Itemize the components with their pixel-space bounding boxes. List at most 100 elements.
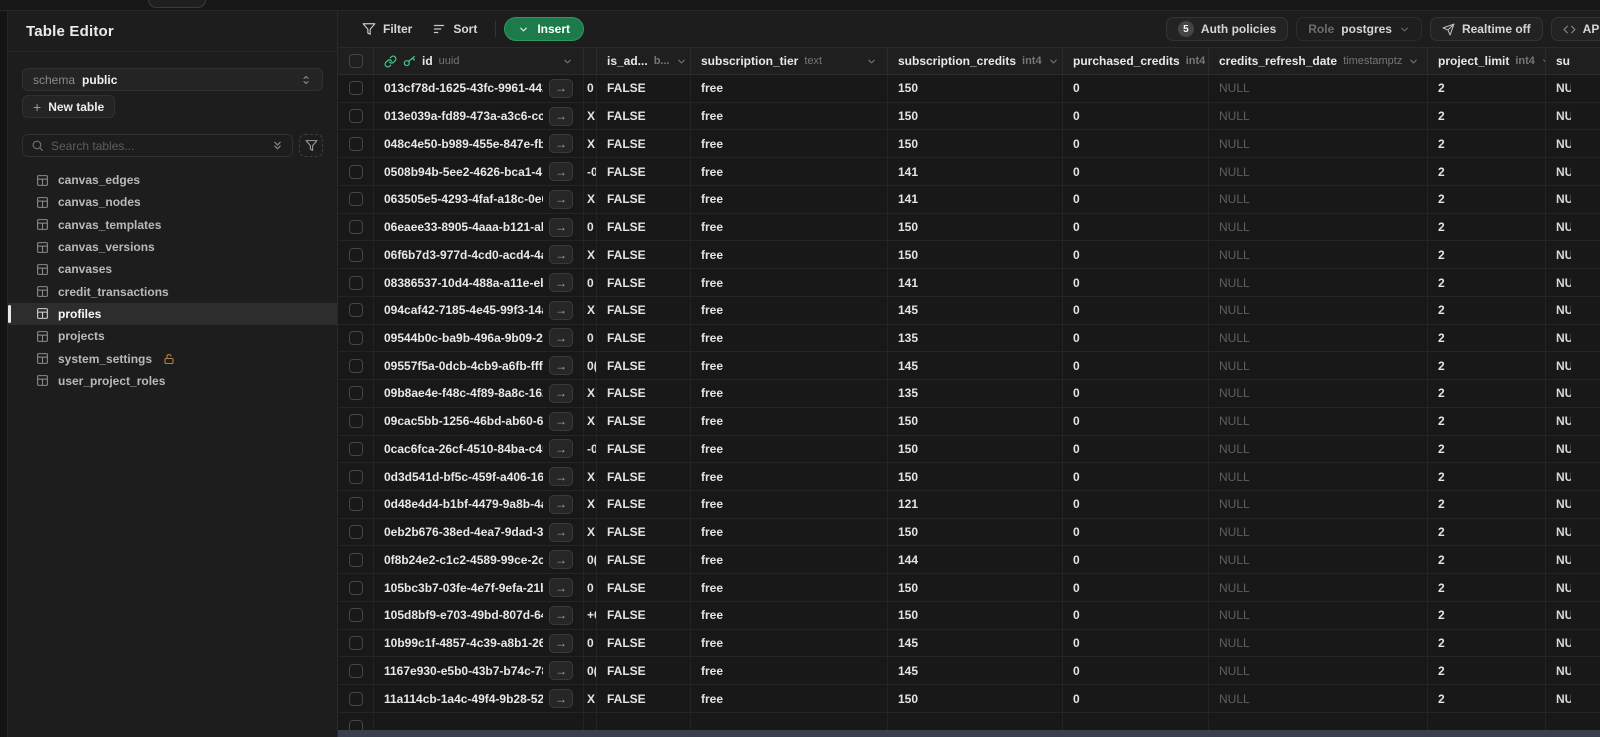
cell-subscription-credits[interactable]: 150 [888, 102, 1063, 130]
cell-id[interactable]: 0eb2b676-38ed-4ea7-9dad-38e6... → [374, 518, 584, 546]
cell-purchased-credits[interactable]: 0 [1063, 601, 1209, 629]
cell-credits-refresh-date[interactable]: NULL [1209, 102, 1428, 130]
cell-project-limit[interactable]: 2 [1428, 491, 1546, 518]
expand-row-button[interactable]: → [549, 439, 573, 459]
cell-project-limit[interactable]: 2 [1428, 685, 1546, 712]
cell-subscription-tier[interactable]: free [691, 463, 888, 491]
cell-is-admin[interactable]: FALSE [597, 158, 691, 185]
cell-subscription-credits[interactable]: 150 [888, 601, 1063, 629]
expand-row-button[interactable]: → [549, 633, 573, 653]
cell-project-limit[interactable]: 2 [1428, 324, 1546, 352]
cell-subscription-credits[interactable]: 150 [888, 241, 1063, 269]
cell-credits-refresh-date[interactable]: NULL [1209, 158, 1428, 185]
cell-subscription-credits[interactable]: 145 [888, 629, 1063, 657]
cell-id[interactable]: 09557f5a-0dcb-4cb9-a6fb-fff366... → [374, 352, 584, 380]
cell-is-admin[interactable]: FALSE [597, 75, 691, 102]
cell-subscription-credits[interactable]: 135 [888, 380, 1063, 407]
sidebar-table-item[interactable]: canvas_templates [22, 214, 323, 236]
cell-subscription-credits[interactable]: 150 [888, 685, 1063, 712]
cell-overflow[interactable]: NULL [1546, 241, 1600, 268]
cell-clipped[interactable]: 0 [584, 574, 597, 601]
cell-purchased-credits[interactable]: 0 [1063, 269, 1209, 296]
expand-row-button[interactable]: → [549, 217, 573, 237]
cell-clipped[interactable]: X [584, 685, 597, 712]
cell-project-limit[interactable]: 2 [1428, 601, 1546, 629]
row-checkbox[interactable] [348, 330, 363, 345]
cell-purchased-credits[interactable]: 0 [1063, 685, 1209, 712]
row-checkbox[interactable] [348, 636, 363, 651]
expand-row-button[interactable]: → [549, 383, 573, 403]
expand-row-button[interactable]: → [549, 300, 573, 320]
cell-project-limit[interactable]: 2 [1428, 574, 1546, 601]
cell-is-admin[interactable]: FALSE [597, 185, 691, 213]
cell-project-limit[interactable]: 2 [1428, 102, 1546, 130]
cell-subscription-tier[interactable]: free [691, 324, 888, 352]
cell-subscription-tier[interactable]: free [691, 102, 888, 130]
cell-purchased-credits[interactable]: 0 [1063, 296, 1209, 324]
cell-clipped[interactable]: X [584, 241, 597, 269]
cell-id[interactable]: 10b99c1f-4857-4c39-a8b1-263b8... → [374, 629, 584, 657]
cell-project-limit[interactable]: 2 [1428, 546, 1546, 574]
cell-subscription-tier[interactable]: free [691, 629, 888, 657]
chevron-down-icon[interactable] [866, 56, 877, 67]
cell-credits-refresh-date[interactable]: NULL [1209, 324, 1428, 352]
row-checkbox[interactable] [348, 441, 363, 456]
cell-purchased-credits[interactable]: 0 [1063, 130, 1209, 158]
cell-subscription-tier[interactable]: free [691, 158, 888, 185]
cell-subscription-tier[interactable]: free [691, 491, 888, 518]
cell-project-limit[interactable]: 2 [1428, 75, 1546, 102]
cell-id[interactable]: 09b8ae4e-f48c-4f89-8a8c-1629b... → [374, 380, 584, 407]
cell-subscription-credits[interactable]: 150 [888, 518, 1063, 546]
cell-clipped[interactable]: 0( [584, 546, 597, 574]
cell-credits-refresh-date[interactable]: NULL [1209, 296, 1428, 324]
cell-overflow[interactable]: NULL [1546, 574, 1600, 601]
auth-policies-button[interactable]: 5 Auth policies [1165, 17, 1289, 41]
cell-subscription-tier[interactable]: free [691, 601, 888, 629]
cell-subscription-tier[interactable]: free [691, 407, 888, 435]
cell-clipped[interactable]: -0 [584, 435, 597, 463]
cell-subscription-credits[interactable]: 145 [888, 657, 1063, 685]
cell-clipped[interactable]: X [584, 463, 597, 491]
cell-is-admin[interactable]: FALSE [597, 352, 691, 380]
cell-credits-refresh-date[interactable]: NULL [1209, 518, 1428, 546]
cell-clipped[interactable]: X [584, 296, 597, 324]
cell-purchased-credits[interactable]: 0 [1063, 213, 1209, 241]
cell-overflow[interactable]: NULL [1546, 297, 1600, 324]
cell-is-admin[interactable]: FALSE [597, 463, 691, 491]
cell-subscription-tier[interactable]: free [691, 241, 888, 269]
cell-id[interactable]: 0d48e4d4-b1bf-4479-9a8b-4a4b... → [374, 491, 584, 518]
cell-overflow[interactable]: NULL [1546, 657, 1600, 684]
row-checkbox[interactable] [348, 663, 363, 678]
cell-clipped[interactable]: -0 [584, 158, 597, 185]
api-docs-button[interactable]: API Do [1550, 17, 1600, 41]
row-checkbox[interactable] [348, 247, 363, 262]
cell-subscription-credits[interactable]: 150 [888, 130, 1063, 158]
cell-clipped[interactable]: 0 [584, 213, 597, 241]
expand-row-button[interactable]: → [549, 467, 573, 487]
cell-credits-refresh-date[interactable]: NULL [1209, 241, 1428, 269]
expand-row-button[interactable]: → [549, 245, 573, 265]
cell-clipped[interactable]: 0 [584, 269, 597, 296]
row-checkbox[interactable] [348, 136, 363, 151]
cell-subscription-credits[interactable]: 150 [888, 435, 1063, 463]
cell-overflow[interactable]: NULL [1546, 436, 1600, 463]
cell-purchased-credits[interactable]: 0 [1063, 185, 1209, 213]
cell-subscription-tier[interactable]: free [691, 685, 888, 712]
cell-purchased-credits[interactable]: 0 [1063, 463, 1209, 491]
chevron-down-icon[interactable] [1048, 56, 1059, 67]
cell-overflow[interactable]: NULL [1546, 685, 1600, 712]
cell-id[interactable]: 06eaee33-8905-4aaa-b121-ab552... → [374, 213, 584, 241]
cell-clipped[interactable]: +0 [584, 601, 597, 629]
realtime-toggle-button[interactable]: Realtime off [1429, 17, 1543, 41]
cell-credits-refresh-date[interactable]: NULL [1209, 574, 1428, 601]
expand-row-button[interactable]: → [549, 356, 573, 376]
cell-credits-refresh-date[interactable]: NULL [1209, 435, 1428, 463]
cell-overflow[interactable]: NULL [1546, 408, 1600, 435]
chevron-down-icon[interactable] [676, 56, 687, 67]
expand-row-button[interactable]: → [549, 522, 573, 542]
chevrons-down-icon[interactable] [271, 139, 284, 152]
cell-is-admin[interactable]: FALSE [597, 324, 691, 352]
cell-credits-refresh-date[interactable]: NULL [1209, 130, 1428, 158]
cell-overflow[interactable]: NULL [1546, 325, 1600, 352]
cell-project-limit[interactable]: 2 [1428, 629, 1546, 657]
